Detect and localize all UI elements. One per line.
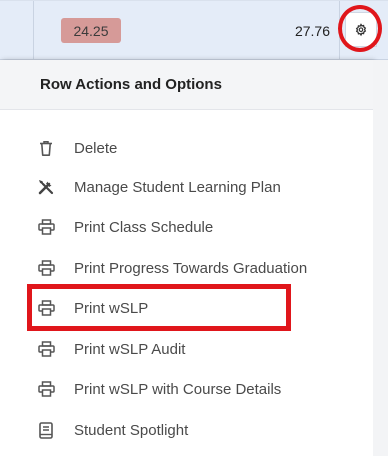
menu-title: Row Actions and Options <box>0 60 373 110</box>
menu-item-student-spotlight[interactable]: Student Spotlight <box>0 410 373 450</box>
notebook-icon <box>37 421 55 439</box>
menu-item-label: Print wSLP with Course Details <box>74 380 282 398</box>
printer-icon <box>37 380 55 398</box>
background-table-edge <box>373 60 388 456</box>
score-value-text: 27.76 <box>294 22 330 39</box>
table-row: 24.25 27.76 <box>0 0 388 60</box>
menu-item-label: Student Spotlight <box>74 421 189 439</box>
score-value: 27.76 <box>256 18 330 43</box>
menu-item-label: Print Progress Towards Graduation <box>74 259 308 277</box>
row-settings-button[interactable] <box>345 12 377 47</box>
menu-item-print-class-schedule[interactable]: Print Class Schedule <box>0 207 373 247</box>
menu-item-label: Manage Student Learning Plan <box>74 178 281 196</box>
menu-item-print-wslp-audit[interactable]: Print wSLP Audit <box>0 329 373 369</box>
menu-item-print-progress-towards-graduation[interactable]: Print Progress Towards Graduation <box>0 248 373 288</box>
score-badge-value: 24.25 <box>73 22 109 39</box>
row-actions-menu: Row Actions and Options Delete Manage St… <box>0 60 373 456</box>
menu-title-text: Row Actions and Options <box>40 76 222 93</box>
menu-item-manage-learning-plan[interactable]: Manage Student Learning Plan <box>0 167 373 207</box>
printer-icon <box>37 259 55 277</box>
score-badge: 24.25 <box>61 18 121 43</box>
printer-icon <box>37 218 55 236</box>
trash-icon <box>37 139 55 157</box>
cell-divider <box>33 1 34 59</box>
menu-item-label: Print Class Schedule <box>74 218 214 236</box>
menu-item-label: Print wSLP Audit <box>74 340 186 358</box>
tools-icon <box>37 178 55 196</box>
cell-divider <box>339 1 340 59</box>
menu-item-delete[interactable]: Delete <box>0 128 373 168</box>
menu-item-print-wslp[interactable]: Print wSLP <box>0 288 373 328</box>
menu-item-label: Print wSLP <box>74 299 149 317</box>
menu-item-label: Delete <box>74 139 118 157</box>
printer-icon <box>37 340 55 358</box>
printer-icon <box>37 299 55 317</box>
gear-icon <box>355 22 367 36</box>
menu-item-print-wslp-course-details[interactable]: Print wSLP with Course Details <box>0 369 373 409</box>
